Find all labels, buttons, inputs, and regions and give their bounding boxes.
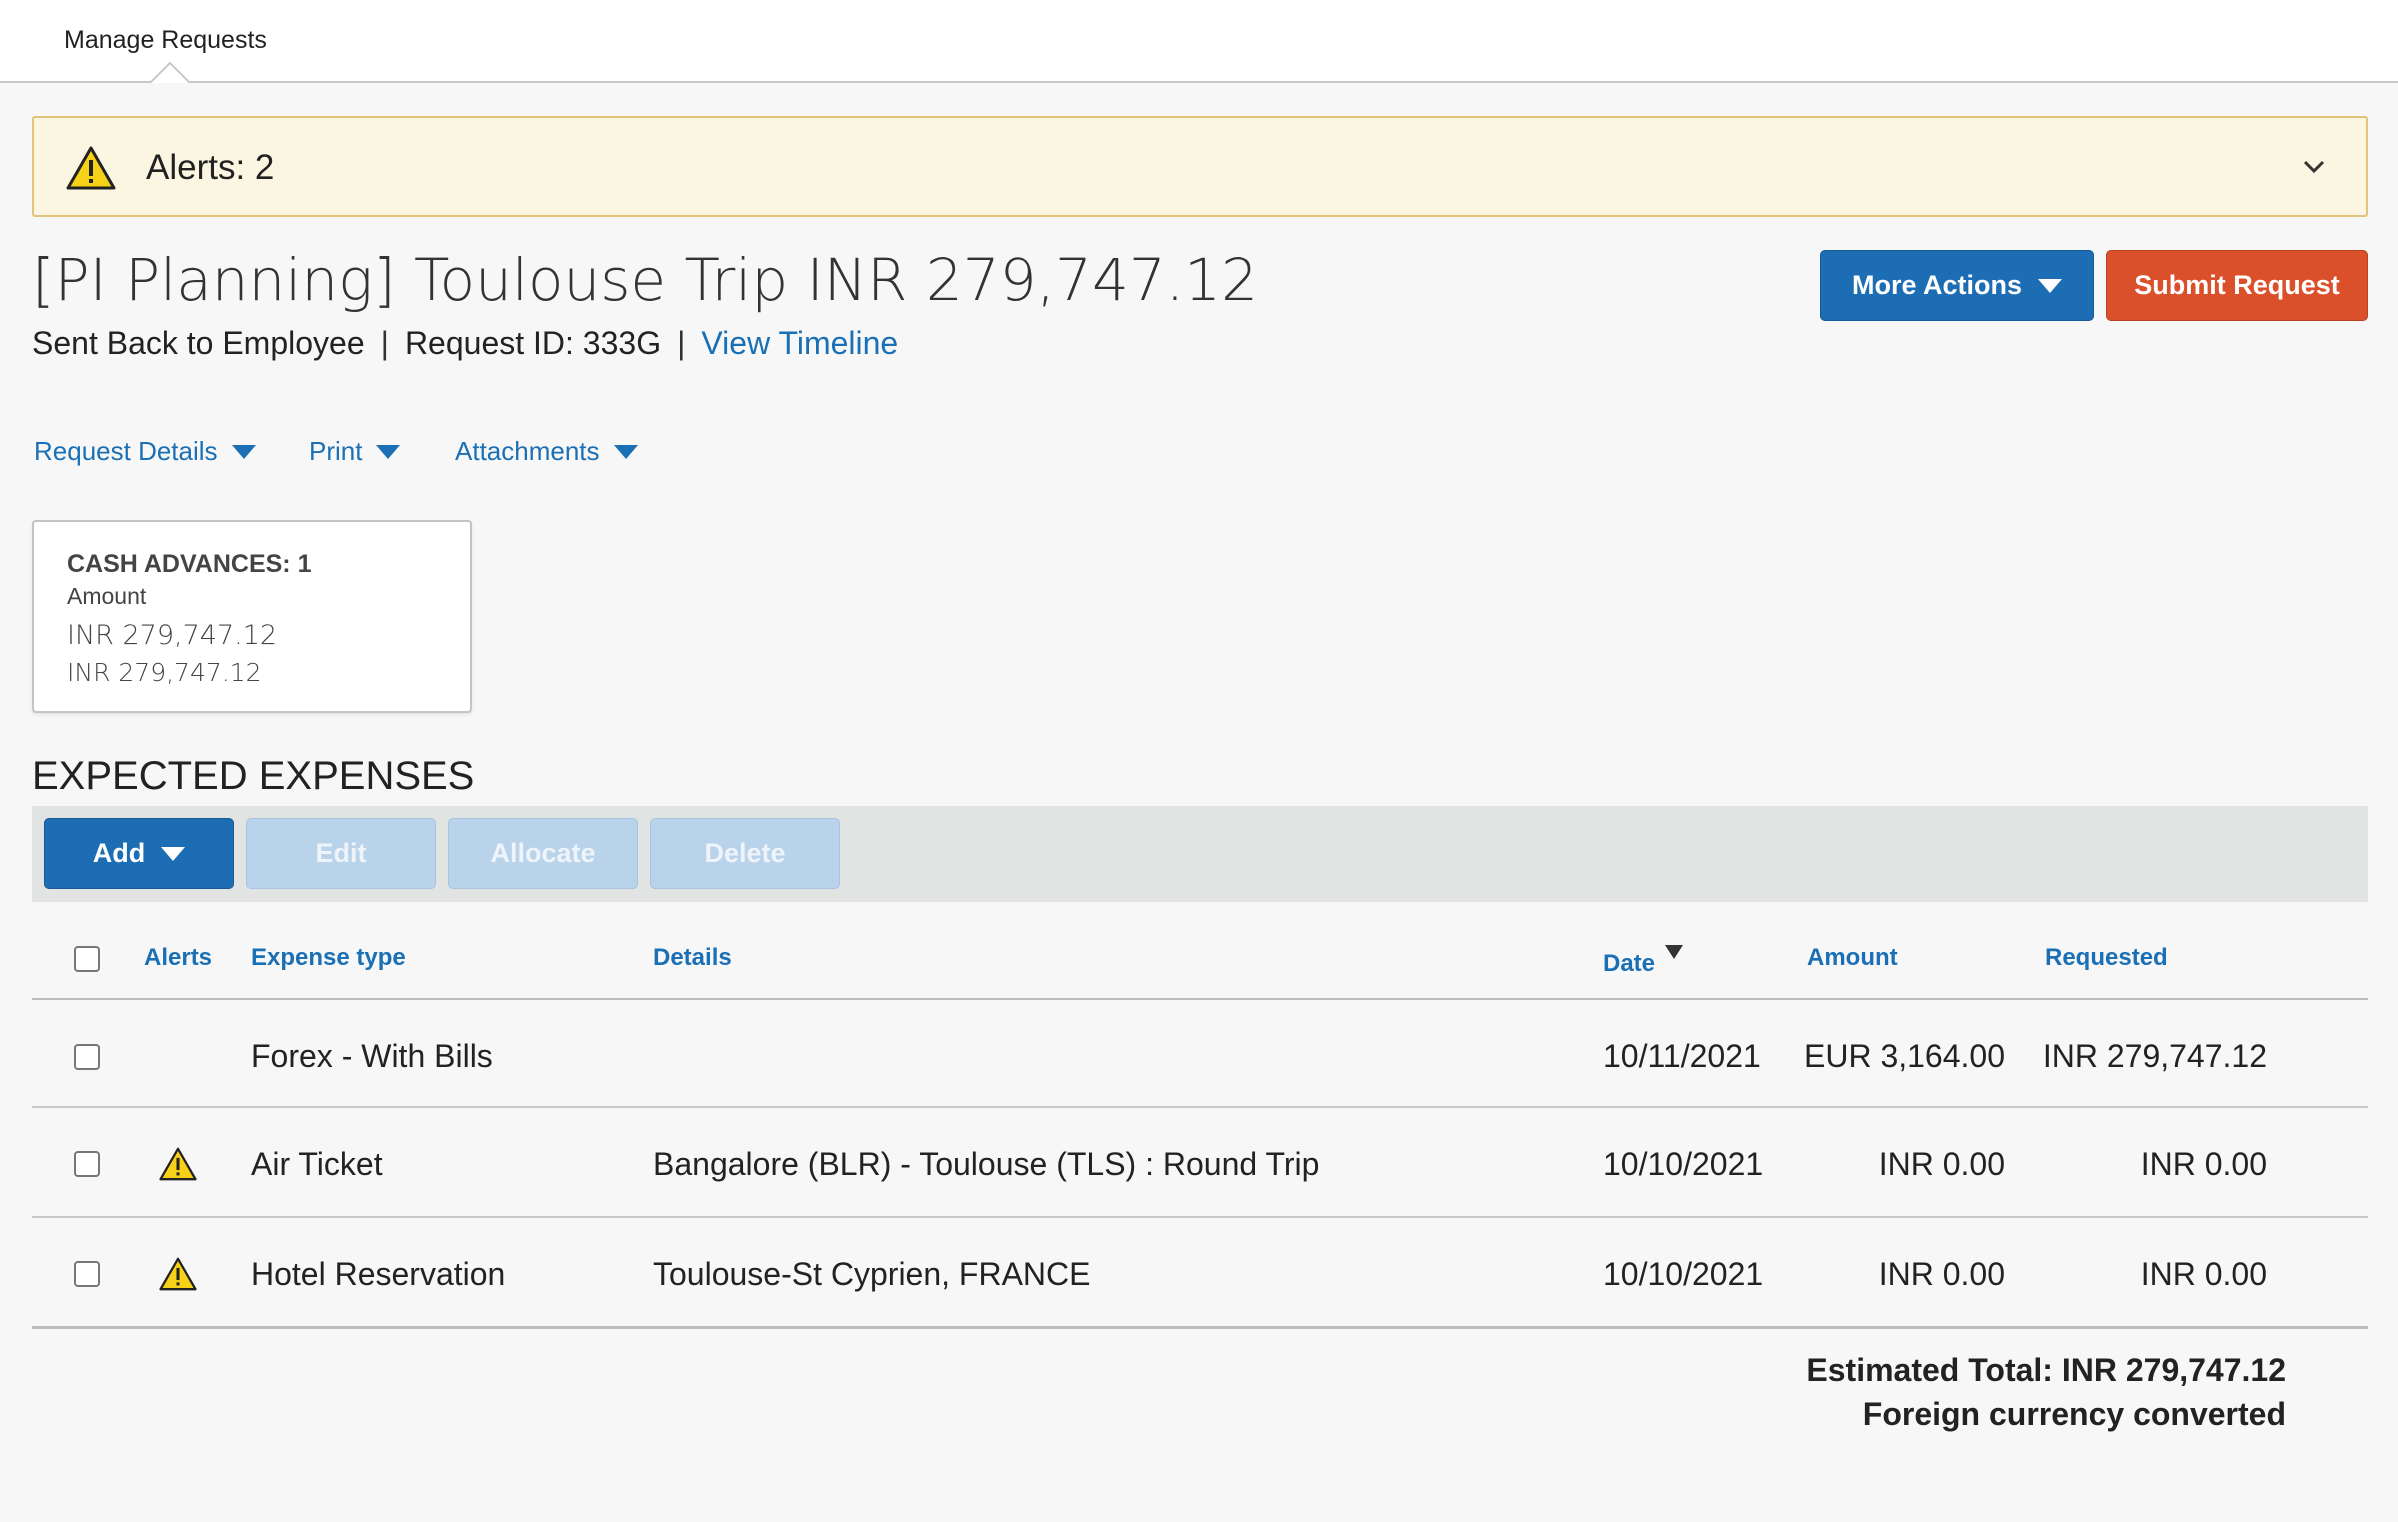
submit-request-label: Submit Request (2134, 270, 2340, 300)
expected-expenses-title: EXPECTED EXPENSES (32, 754, 475, 798)
row-checkbox[interactable] (74, 1044, 100, 1070)
estimated-total: Estimated Total: INR 279,747.12 (1806, 1352, 2286, 1388)
request-details-menu[interactable]: Request Details (34, 436, 256, 467)
date-cell: 10/10/2021 (1603, 1256, 1764, 1292)
add-label: Add (92, 838, 146, 868)
table-footer-divider (32, 1326, 2368, 1329)
requested-cell: INR 279,747.12 (2042, 1038, 2267, 1074)
cash-advances-amount-label: Amount (67, 583, 147, 609)
tab-manage-requests[interactable]: Manage Requests (64, 26, 267, 55)
row-divider (32, 1106, 2368, 1108)
allocate-button[interactable]: Allocate (448, 818, 638, 889)
expense-type-cell[interactable]: Forex - With Bills (251, 1038, 493, 1075)
request-details-label: Request Details (34, 436, 218, 466)
chevron-down-icon[interactable] (2300, 152, 2328, 180)
caret-down-icon (376, 444, 401, 459)
table-divider (32, 998, 2368, 1000)
date-cell: 10/10/2021 (1603, 1146, 1764, 1182)
separator: | (380, 325, 389, 361)
amount-cell: INR 0.00 (1878, 1256, 2005, 1292)
column-header-date[interactable]: Date (1603, 944, 1684, 977)
warning-icon (66, 146, 116, 190)
amount-cell: EUR 3,164.00 (1803, 1038, 2005, 1074)
column-header-details[interactable]: Details (653, 944, 732, 972)
currency-note: Foreign currency converted (1862, 1396, 2286, 1432)
cash-advances-heading: CASH ADVANCES: 1 (67, 550, 312, 578)
expense-type-cell[interactable]: Air Ticket (251, 1146, 383, 1183)
request-meta: Sent Back to Employee | Request ID: 333G | V… (32, 325, 898, 362)
more-actions-button[interactable]: More Actions (1820, 250, 2094, 321)
request-status: Sent Back to Employee (32, 325, 365, 361)
requested-cell: INR 0.00 (2140, 1146, 2267, 1182)
expense-type-cell[interactable]: Hotel Reservation (251, 1256, 505, 1293)
column-header-requested[interactable]: Requested (2045, 944, 2168, 972)
row-divider (32, 1216, 2368, 1218)
cash-advances-card[interactable]: CASH ADVANCES: 1 Amount INR 279,747.12 I… (32, 520, 472, 713)
caret-down-icon (161, 846, 186, 861)
caret-down-icon (231, 444, 256, 459)
attachments-label: Attachments (455, 436, 600, 466)
requested-cell: INR 0.00 (2140, 1256, 2267, 1292)
caret-down-icon (2038, 278, 2062, 293)
details-cell: Bangalore (BLR) - Toulouse (TLS) : Round… (653, 1146, 1320, 1182)
attachments-menu[interactable]: Attachments (455, 436, 638, 467)
page-title: [PI Planning] Toulouse Trip INR 279,747.… (32, 246, 1258, 314)
caret-down-icon (613, 444, 638, 459)
separator: | (677, 325, 686, 361)
more-actions-label: More Actions (1851, 270, 2022, 300)
edit-button[interactable]: Edit (246, 818, 436, 889)
column-header-alerts[interactable]: Alerts (144, 944, 212, 972)
print-label: Print (309, 436, 363, 466)
date-cell: 10/11/2021 (1603, 1038, 1761, 1074)
row-checkbox[interactable] (74, 1261, 100, 1287)
alerts-count: Alerts: 2 (146, 148, 275, 187)
warning-icon[interactable] (159, 1146, 197, 1182)
delete-button[interactable]: Delete (650, 818, 840, 889)
details-cell: Toulouse-St Cyprien, FRANCE (653, 1256, 1091, 1292)
date-header-label: Date (1603, 950, 1656, 977)
add-expense-button[interactable]: Add (44, 818, 234, 889)
top-nav: Manage Requests (0, 0, 2398, 83)
row-checkbox[interactable] (74, 1151, 100, 1177)
print-menu[interactable]: Print (309, 436, 401, 467)
cash-advances-amount-secondary: INR 279,747.12 (67, 658, 262, 687)
view-timeline-link[interactable]: View Timeline (701, 325, 898, 361)
amount-cell: INR 0.00 (1878, 1146, 2005, 1182)
submit-request-button[interactable]: Submit Request (2106, 250, 2368, 321)
warning-icon[interactable] (159, 1256, 197, 1292)
select-all-checkbox[interactable] (74, 946, 100, 972)
sort-desc-icon (1665, 945, 1684, 959)
request-id: Request ID: 333G (404, 325, 662, 361)
column-header-expense-type[interactable]: Expense type (251, 944, 406, 972)
expenses-toolbar: Add Edit Allocate Delete (32, 806, 2368, 902)
alerts-banner[interactable]: Alerts: 2 (32, 116, 2368, 217)
column-header-amount[interactable]: Amount (1807, 944, 1898, 972)
cash-advances-amount: INR 279,747.12 (67, 620, 278, 651)
active-tab-caret-icon (150, 61, 190, 83)
